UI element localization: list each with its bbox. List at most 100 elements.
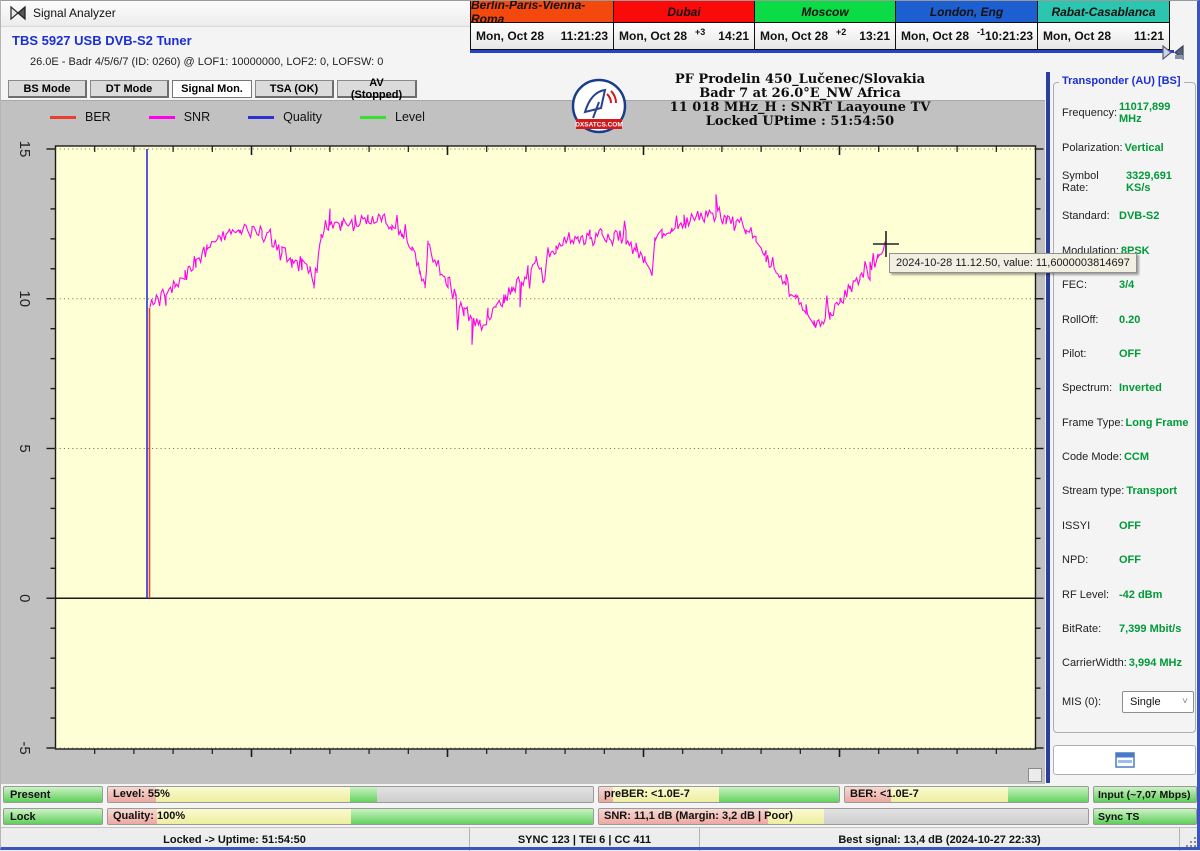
transponder-label: Pilot:: [1062, 348, 1117, 360]
window-title: Signal Analyzer: [33, 6, 116, 20]
mis-row: MIS (0): Single ˅: [1062, 691, 1195, 713]
transponder-row: Code Mode:CCM: [1062, 440, 1195, 474]
clock-date: Mon, Oct 28: [901, 29, 969, 43]
mis-selected-value: Single: [1130, 696, 1161, 708]
indicator-bar-label: BER: <1.0E-7: [850, 788, 919, 800]
status-badge-input-7-07-mbps-: Input (~7,07 Mbps): [1093, 786, 1197, 803]
transponder-row: Frequency:11017,899 MHz: [1062, 96, 1195, 130]
statusbar-section-1: Locked -> Uptime: 51:54:50: [0, 828, 470, 851]
clock-time-value: 11:21:23: [561, 29, 608, 43]
transponder-label: RollOff:: [1062, 314, 1117, 326]
mode-button-dt-mode[interactable]: DT Mode: [90, 80, 169, 98]
transponder-label: CarrierWidth:: [1062, 657, 1127, 669]
bar-segment-green: [1008, 787, 1088, 802]
transponder-row: Symbol Rate:3329,691 KS/s: [1062, 165, 1195, 199]
header-line-4: Locked UPtime : 51:54:50: [560, 115, 1040, 129]
export-icon: [1115, 752, 1135, 768]
indicator-bar: Level: 55%: [107, 786, 594, 803]
statusbar-section-2: SYNC 123 | TEI 6 | CC 411: [470, 828, 700, 851]
clock-city-label: Rabat-Casablanca: [1038, 1, 1169, 23]
status-badge-sync-ts: Sync TS: [1093, 808, 1197, 825]
clock-cell-5: Rabat-CasablancaMon, Oct 2811:21: [1037, 0, 1170, 50]
indicator-bar: preBER: <1.0E-7: [598, 786, 840, 803]
title-bar: Signal Analyzer: [0, 0, 470, 27]
transponder-value: OFF: [1119, 520, 1141, 532]
reception-header: PF Prodelin 450_Lučenec/Slovakia Badr 7 …: [560, 73, 1040, 129]
export-button[interactable]: [1053, 745, 1196, 775]
mis-label: MIS (0):: [1062, 696, 1117, 708]
clock-utc-offset: -1: [977, 27, 985, 37]
transponder-groupbox: Transponder (AU) [BS] Frequency:11017,89…: [1053, 82, 1196, 733]
transponder-value: CCM: [1124, 451, 1149, 463]
chart-tooltip: 2024-10-28 11.12.50, value: 11,600000381…: [889, 253, 1137, 273]
mode-button-av-stopped-[interactable]: AV (Stopped): [337, 80, 417, 98]
legend-label: Level: [395, 110, 425, 124]
legend-item-level: Level: [360, 110, 449, 124]
transponder-row: Standard:DVB-S2: [1062, 199, 1195, 233]
tuner-name: TBS 5927 USB DVB-S2 Tuner: [12, 33, 192, 48]
transponder-row: ISSYIOFF: [1062, 509, 1195, 543]
clock-date: Mon, Oct 28: [619, 29, 687, 43]
chart-corner-box[interactable]: [1028, 768, 1042, 782]
header-line-3: 11 018 MHz_H : SNRT Laayoune TV: [560, 101, 1040, 115]
logo-text: DXSATCS.COM: [575, 122, 623, 129]
clock-time-row: Mon, Oct 2811:21: [1038, 23, 1169, 49]
clock-city-label: Dubai: [614, 1, 754, 23]
resize-grip[interactable]: [1180, 828, 1200, 851]
chart-legend: BER SNR Quality Level: [50, 110, 449, 124]
transponder-label: Stream type:: [1062, 485, 1124, 497]
clock-time-value: 14:21: [718, 29, 749, 43]
clock-date: Mon, Oct 28: [760, 29, 828, 43]
legend-line-swatch: [50, 116, 76, 119]
transponder-panel: Transponder (AU) [BS] Frequency:11017,89…: [1053, 72, 1196, 775]
bar-segment-green: [719, 787, 839, 802]
chevron-down-icon: ˅: [1182, 696, 1188, 707]
bar-segment-gray: [377, 787, 593, 802]
transponder-value: Transport: [1126, 485, 1177, 497]
status-bar: Locked -> Uptime: 51:54:50SYNC 123 | TEI…: [0, 827, 1200, 851]
indicator-bar-label: Level: 55%: [113, 788, 170, 800]
transponder-value: 3329,691 KS/s: [1126, 170, 1195, 194]
svg-text:-5: -5: [16, 741, 33, 754]
tuner-details: 26.0E - Badr 4/5/6/7 (ID: 0260) @ LOF1: …: [30, 56, 383, 68]
legend-label: Quality: [283, 110, 322, 124]
legend-item-quality: Quality: [248, 110, 346, 124]
transponder-value: OFF: [1119, 348, 1141, 360]
transponder-label: Frame Type:: [1062, 417, 1124, 429]
signal-chart: -5051015: [0, 101, 1045, 784]
clock-cell-3: MoscowMon, Oct 28+213:21: [754, 0, 896, 50]
bar-segment-green: [351, 809, 594, 824]
mode-button-bs-mode[interactable]: BS Mode: [8, 80, 87, 98]
transponder-row: CarrierWidth:3,994 MHz: [1062, 646, 1195, 680]
clock-utc-offset: +3: [695, 27, 705, 37]
clock-date: Mon, Oct 28: [1043, 29, 1111, 43]
mis-dropdown[interactable]: Single ˅: [1122, 691, 1194, 713]
transponder-label: NPD:: [1062, 554, 1117, 566]
panel-splitter[interactable]: [1046, 72, 1050, 783]
mode-button-signal-mon-[interactable]: Signal Mon.: [172, 80, 252, 98]
transponder-row: Stream type:Transport: [1062, 474, 1195, 508]
indicator-bar-label: Quality: 100%: [113, 810, 185, 822]
indicator-bar: BER: <1.0E-7: [844, 786, 1089, 803]
transponder-value: DVB-S2: [1119, 210, 1159, 222]
legend-item-snr: SNR: [149, 110, 234, 124]
status-badge-present: Present: [3, 786, 103, 803]
clock-time-value: 13:21: [859, 29, 890, 43]
transponder-label: FEC:: [1062, 279, 1117, 291]
transponder-row: NPD:OFF: [1062, 543, 1195, 577]
transponder-value: 11017,899 MHz: [1119, 101, 1195, 125]
statusbar-section-3: Best signal: 13,4 dB (2024-10-27 22:33): [700, 828, 1180, 851]
transponder-value: 3/4: [1119, 279, 1134, 291]
transponder-label: Code Mode:: [1062, 451, 1122, 463]
mode-button-tsa-ok-[interactable]: TSA (OK): [255, 80, 334, 98]
transponder-row: RollOff:0.20: [1062, 302, 1195, 336]
bar-segment-yellow: [157, 809, 351, 824]
transponder-label: Standard:: [1062, 210, 1117, 222]
bar-segment-green: [350, 787, 376, 802]
transponder-value: Inverted: [1119, 382, 1162, 394]
legend-line-swatch: [360, 116, 386, 119]
clock-city-label: London, Eng: [896, 1, 1037, 23]
clock-city-label: Berlin-Paris-Vienna-Roma: [471, 1, 613, 23]
transponder-row: Spectrum:Inverted: [1062, 371, 1195, 405]
legend-item-ber: BER: [50, 110, 135, 124]
